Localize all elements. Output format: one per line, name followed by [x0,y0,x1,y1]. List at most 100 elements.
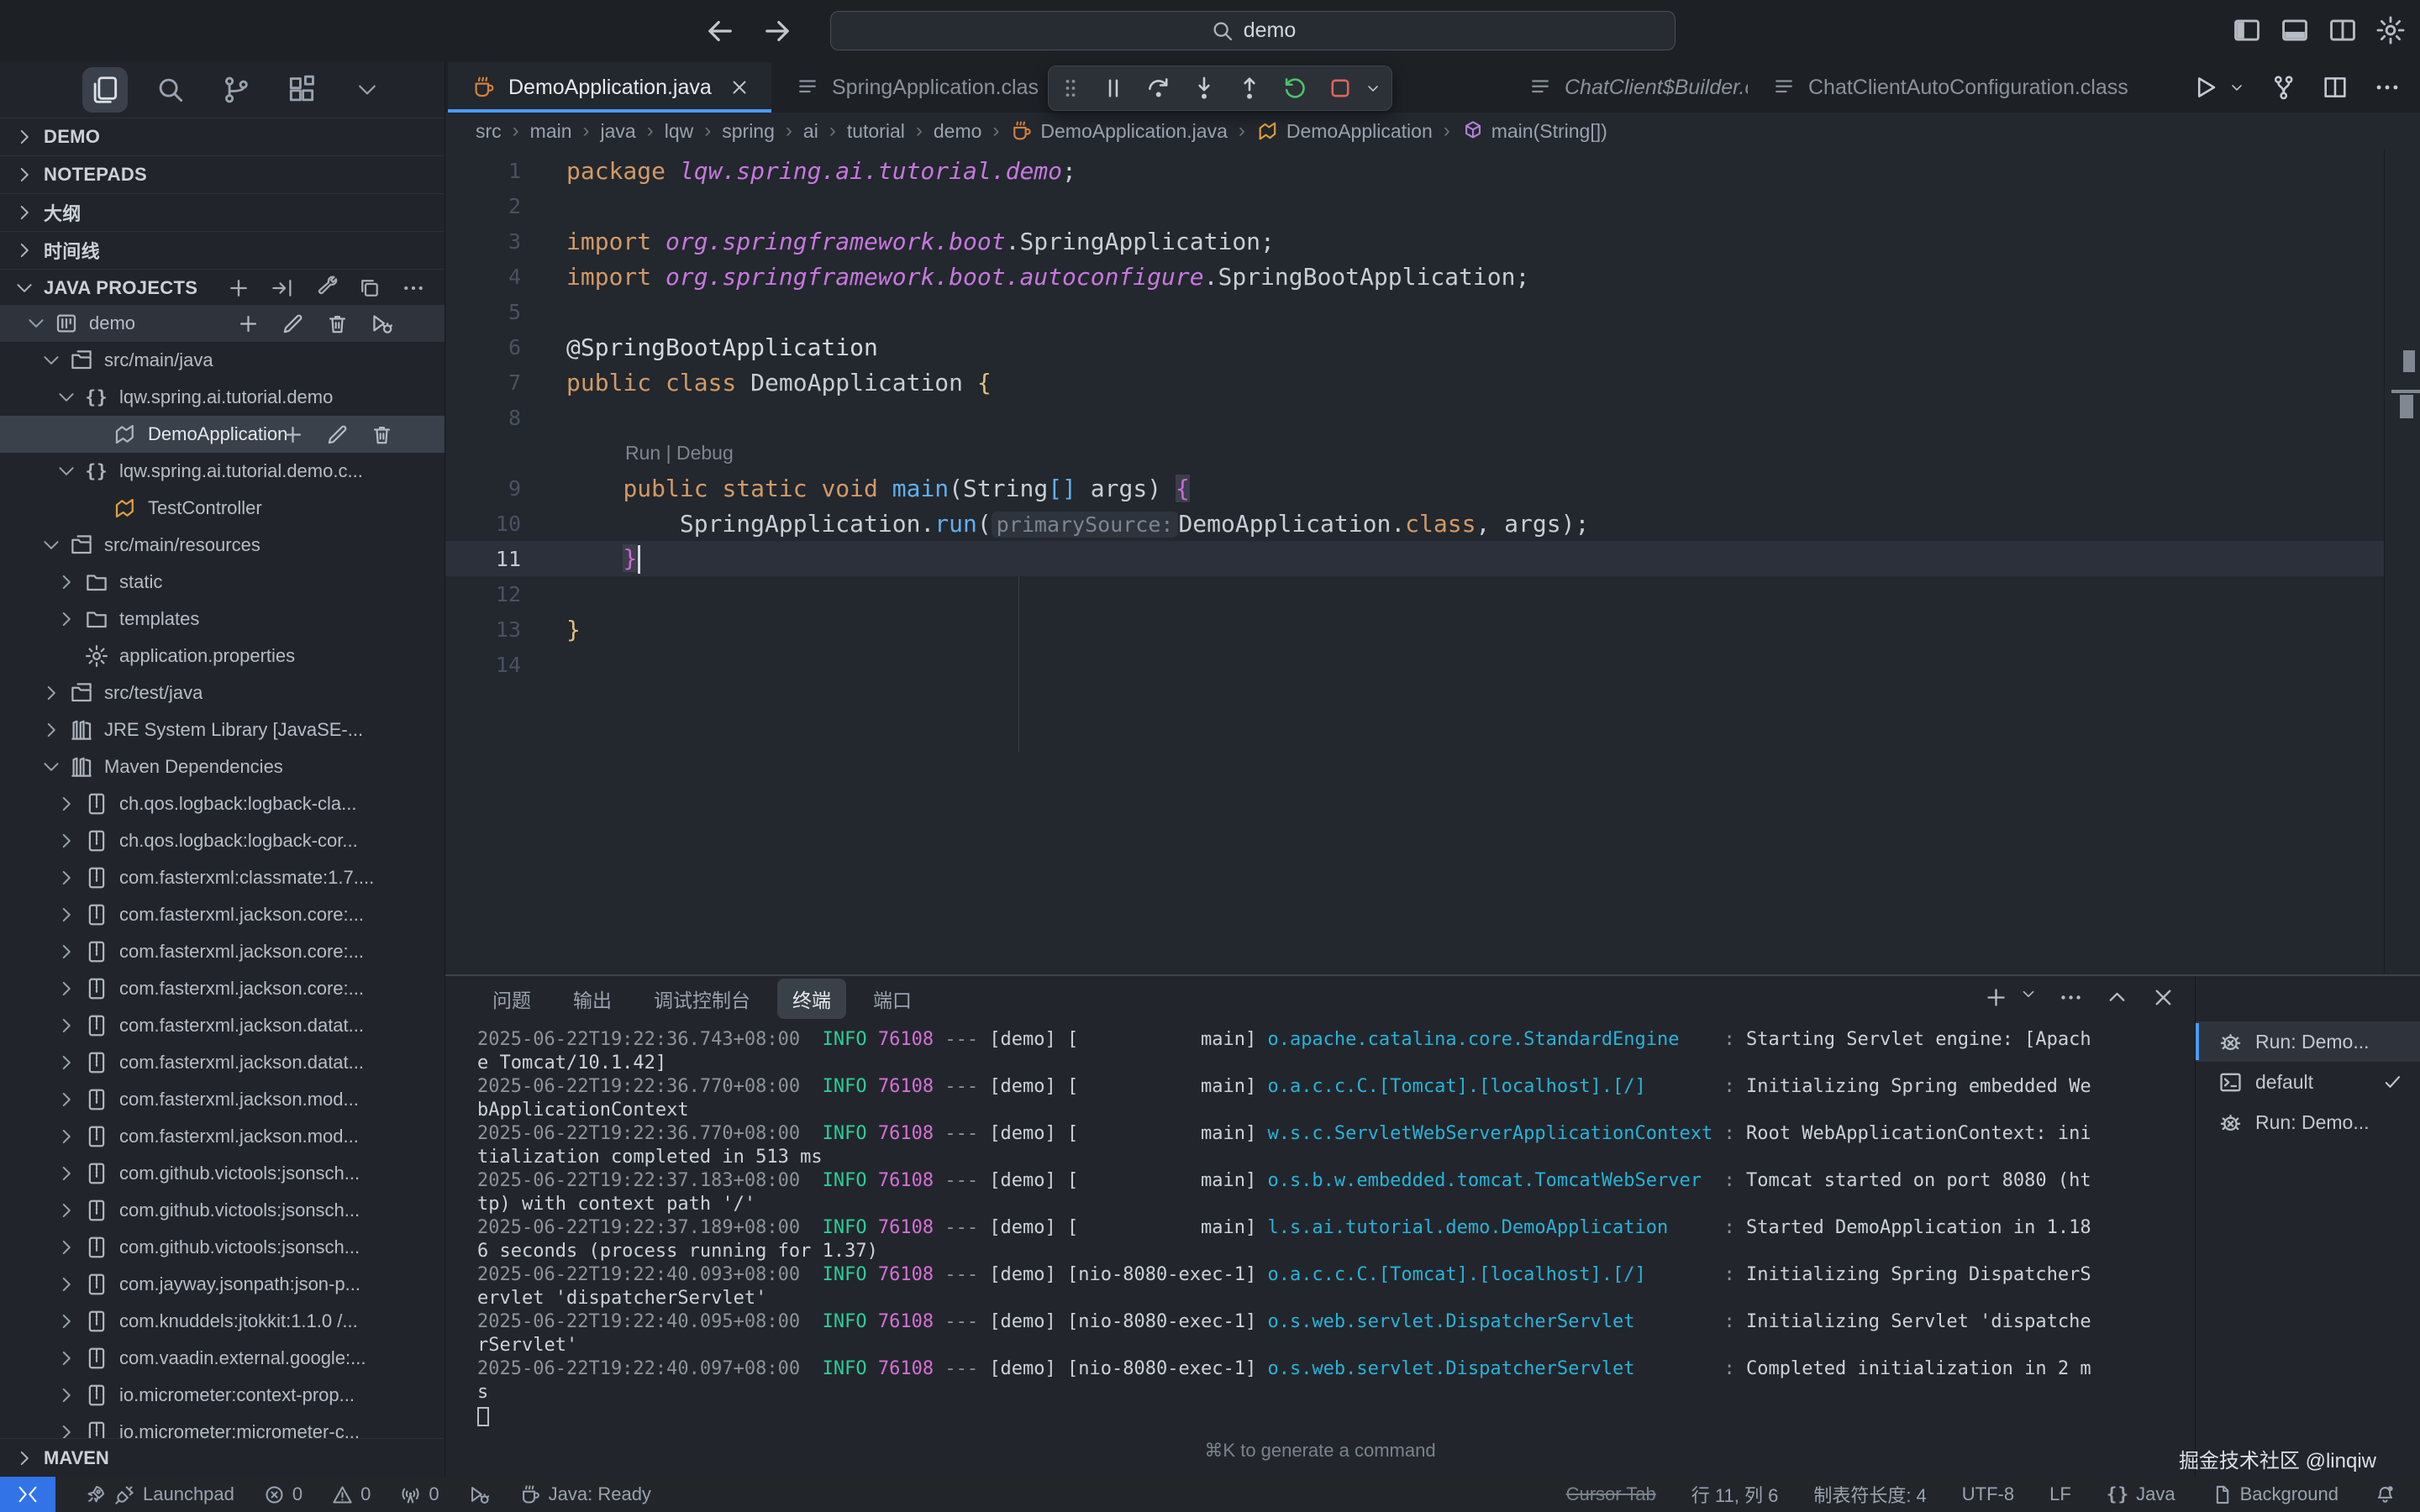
chevron-down-icon[interactable] [2228,79,2245,96]
scrollbar-horizontal[interactable] [2391,390,2420,393]
tree-item[interactable]: io.micrometer:context-prop... [0,1377,445,1414]
close-icon[interactable] [729,76,750,98]
grip-icon[interactable] [1059,74,1082,102]
copy-icon[interactable] [357,276,382,301]
background-task[interactable]: Background [2211,1477,2338,1512]
step-into-icon[interactable] [1190,74,1218,102]
pencil-icon[interactable] [281,312,305,336]
more-actions-icon[interactable] [2373,73,2402,102]
panel-left-icon[interactable] [2231,14,2263,46]
debug[interactable] [468,1477,491,1512]
tree-item[interactable]: templates [0,601,445,638]
panel-bottom-icon[interactable] [2279,14,2311,46]
activity-scm[interactable] [213,67,259,113]
trash-icon[interactable] [370,423,394,447]
panel-tab[interactable]: 终端 [777,979,846,1019]
tree-item[interactable]: Maven Dependencies [0,748,445,785]
import-icon[interactable] [270,276,295,301]
more-icon[interactable] [2058,984,2084,1011]
plus-icon[interactable] [236,312,260,336]
tree-item[interactable]: com.fasterxml.jackson.datat... [0,1007,445,1044]
eol[interactable]: LF [2049,1477,2071,1512]
sidebar-section[interactable]: 大纲 [0,193,445,231]
sidebar-section[interactable]: 时间线 [0,231,445,269]
errors[interactable]: 0 [263,1477,302,1512]
encoding[interactable]: UTF-8 [1962,1477,2014,1512]
tree-item[interactable]: com.fasterxml.jackson.core:... [0,970,445,1007]
tree-item[interactable]: io.micrometer:micrometer-c... [0,1414,445,1438]
tree-item[interactable]: src/test/java [0,675,445,711]
breadcrumb-item[interactable]: main(String[]) [1461,119,1607,143]
sidebar-section[interactable]: DEMO [0,118,445,155]
editor-tab[interactable]: ChatClient$Builder.class [1504,62,1748,113]
breadcrumb-item[interactable]: main [530,120,572,143]
terminal-output[interactable]: 2025-06-22T19:22:36.743+08:00 INFO 76108… [477,1028,2193,1428]
activity-search[interactable] [148,67,193,113]
codelens-debug[interactable]: Debug [676,442,734,464]
chevron-down-icon[interactable] [2019,984,2038,1003]
activity-extensions[interactable] [279,67,324,113]
overview-ruler-mark[interactable] [2400,395,2413,418]
tree-item[interactable]: com.github.victools:jsonsch... [0,1192,445,1229]
breadcrumb-item[interactable]: tutorial [847,120,905,143]
breadcrumb-item[interactable]: lqw [665,120,694,143]
cursor-tab[interactable]: Cursor Tab [1566,1477,1656,1512]
tree-item[interactable]: {}lqw.spring.ai.tutorial.demo.c... [0,453,445,490]
tree-item[interactable]: application.properties [0,638,445,675]
graph-icon[interactable] [2269,73,2297,102]
tree-item[interactable]: com.github.victools:jsonsch... [0,1155,445,1192]
pause-icon[interactable] [1099,74,1128,102]
breadcrumb-item[interactable]: DemoApplication [1256,119,1433,143]
editor-tab[interactable]: ChatClientAutoConfiguration.class [1748,62,2185,113]
activity-chevron-down[interactable] [345,67,390,113]
breadcrumb-item[interactable]: ai [803,120,818,143]
tree-item[interactable]: static [0,564,445,601]
chevron-down-icon[interactable] [1365,80,1381,97]
terminal-list-item[interactable]: Run: Demo... [2196,1102,2420,1142]
trash-icon[interactable] [325,312,350,336]
java-status[interactable]: Java: Ready [519,1477,651,1512]
tree-item[interactable]: com.fasterxml:classmate:1.7.... [0,859,445,896]
panel-tab[interactable]: 输出 [558,979,627,1019]
tree-item[interactable]: {}lqw.spring.ai.tutorial.demo [0,379,445,416]
breadcrumb-item[interactable]: DemoApplication.java [1010,119,1227,143]
restart-icon[interactable] [1281,74,1309,102]
command-center-search[interactable]: demo [830,11,1676,50]
tree-item[interactable]: com.fasterxml.jackson.datat... [0,1044,445,1081]
tree-item[interactable]: com.fasterxml.jackson.core:... [0,933,445,970]
tree-item[interactable]: com.fasterxml.jackson.core:... [0,896,445,933]
panel-tab[interactable]: 问题 [477,979,546,1019]
cursor-position[interactable]: 行 11, 列 6 [1691,1477,1779,1512]
panel-tab[interactable]: 端口 [858,979,927,1019]
tree-item[interactable]: DemoApplication [0,416,445,453]
step-out-icon[interactable] [1235,74,1264,102]
breadcrumb-item[interactable]: src [476,120,502,143]
codelens-run[interactable]: Run [625,442,660,464]
tree-item[interactable]: com.knuddels:jtokkit:1.1.0 /... [0,1303,445,1340]
run-icon[interactable] [2191,73,2220,102]
plus-icon[interactable] [1983,984,2009,1011]
ports[interactable]: 0 [399,1477,439,1512]
back-button[interactable] [702,13,738,49]
tree-item[interactable]: com.fasterxml.jackson.mod... [0,1118,445,1155]
tree-item[interactable]: com.github.victools:jsonsch... [0,1229,445,1266]
settings-icon[interactable] [2375,14,2407,46]
panel-split-icon[interactable] [2327,14,2359,46]
more-icon[interactable] [401,276,426,301]
tree-item[interactable]: com.fasterxml.jackson.mod... [0,1081,445,1118]
forward-button[interactable] [760,13,795,49]
tree-item[interactable]: JRE System Library [JavaSE-... [0,711,445,748]
sidebar-section-maven[interactable]: MAVEN [0,1438,445,1477]
launchpad[interactable]: Launchpad [84,1477,234,1512]
tree-item[interactable]: ch.qos.logback:logback-cor... [0,822,445,859]
sidebar-section-java-projects[interactable]: JAVA PROJECTS [0,269,445,307]
notifications[interactable] [2374,1477,2396,1512]
editor-tab[interactable]: DemoApplication.java [448,62,771,113]
breadcrumb-item[interactable]: demo [934,120,982,143]
activity-files[interactable] [82,67,128,113]
sidebar-section[interactable]: NOTEPADS [0,155,445,193]
terminal-list-item[interactable]: Run: Demo... [2196,1021,2420,1062]
indentation[interactable]: 制表符长度: 4 [1813,1477,1926,1512]
stop-icon[interactable] [1326,74,1355,102]
language-mode[interactable]: {}Java [2107,1477,2175,1512]
